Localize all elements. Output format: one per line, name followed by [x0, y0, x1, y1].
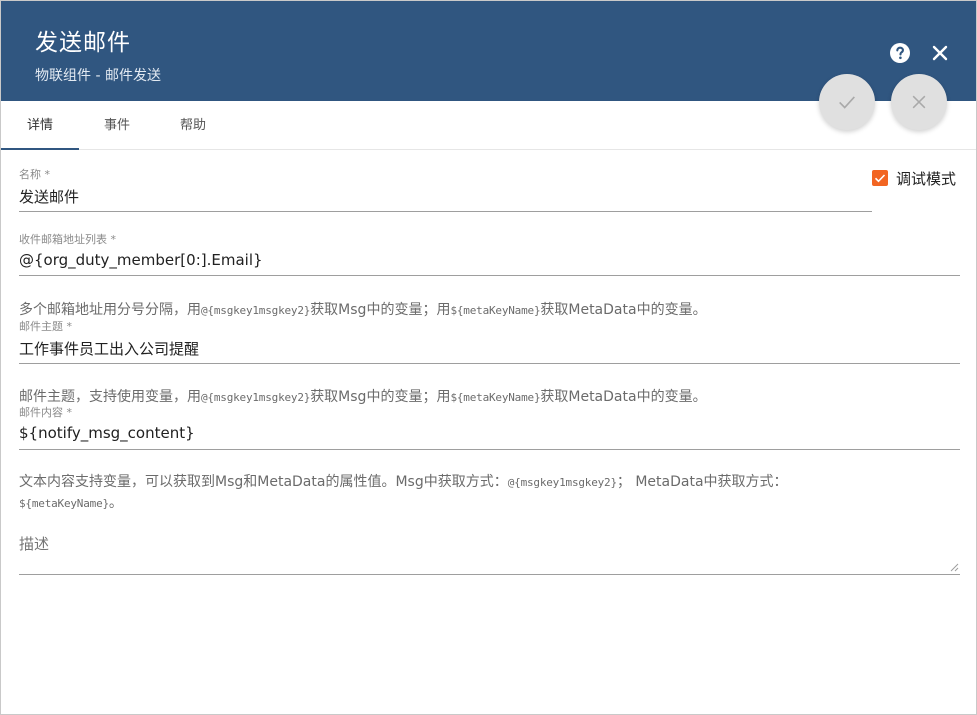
- tab-bar: 详情 事件 帮助: [1, 101, 976, 150]
- recipients-underline: [19, 275, 960, 276]
- hint-text: 获取MetaData中的变量。: [540, 389, 707, 405]
- close-icon[interactable]: [928, 41, 952, 65]
- hint-text: 获取MetaData中的变量。: [540, 302, 707, 318]
- name-label: 名称 *: [19, 168, 50, 181]
- dialog-title: 发送邮件: [35, 30, 131, 56]
- description-textarea[interactable]: [19, 527, 960, 573]
- send-email-dialog: 发送邮件 物联组件 - 邮件发送 详情 事件 帮助 名称 * 发送邮件 调试模式…: [0, 0, 977, 715]
- dialog-subtitle: 物联组件 - 邮件发送: [35, 68, 161, 84]
- subject-field[interactable]: 工作事件员工出入公司提醒: [19, 338, 199, 359]
- recipients-label: 收件邮箱地址列表 *: [19, 233, 116, 246]
- hint-text: 获取Msg中的变量；用: [310, 302, 451, 318]
- resize-grip-icon[interactable]: [949, 562, 959, 572]
- tab-events[interactable]: 事件: [79, 101, 155, 149]
- hint-code: @{msgkey1msgkey2}: [201, 304, 311, 317]
- hint-text: 邮件主题，支持使用变量，用: [19, 389, 201, 405]
- name-underline: [19, 211, 872, 212]
- check-icon: [874, 174, 886, 183]
- hint-code: @{msgkey1msgkey2}: [507, 476, 617, 489]
- subject-hint: 邮件主题，支持使用变量，用@{msgkey1msgkey2}获取Msg中的变量；…: [19, 386, 707, 406]
- name-field[interactable]: 发送邮件: [19, 186, 79, 207]
- content-field[interactable]: ${notify_msg_content}: [19, 424, 195, 442]
- hint-text: ； MetaData中获取方式：: [616, 474, 788, 490]
- hint-code: ${metaKeyName}: [450, 391, 541, 404]
- hint-text: 文本内容支持变量，可以获取到Msg和MetaData的属性值。Msg中获取方式：: [19, 474, 508, 490]
- hint-text: 。: [108, 495, 123, 511]
- description-underline: [19, 574, 960, 575]
- subject-label: 邮件主题 *: [19, 320, 72, 333]
- hint-code: ${metaKeyName}: [19, 497, 109, 510]
- tab-details[interactable]: 详情: [1, 101, 79, 150]
- subject-underline: [19, 363, 960, 364]
- hint-text: 多个邮箱地址用分号分隔，用: [19, 302, 201, 318]
- content-hint: 文本内容支持变量，可以获取到Msg和MetaData的属性值。Msg中获取方式：…: [19, 472, 919, 514]
- hint-code: ${metaKeyName}: [450, 304, 541, 317]
- content-label: 邮件内容 *: [19, 406, 72, 419]
- debug-mode-checkbox[interactable]: [872, 170, 888, 186]
- hint-text: 获取Msg中的变量；用: [310, 389, 451, 405]
- debug-mode-label[interactable]: 调试模式: [896, 168, 956, 189]
- help-circle-icon[interactable]: [888, 41, 912, 65]
- recipients-hint: 多个邮箱地址用分号分隔，用@{msgkey1msgkey2}获取Msg中的变量；…: [19, 299, 707, 319]
- hint-code: @{msgkey1msgkey2}: [201, 391, 311, 404]
- tab-help[interactable]: 帮助: [155, 101, 231, 149]
- content-underline: [19, 449, 960, 450]
- recipients-field[interactable]: @{org_duty_member[0:].Email}: [19, 251, 263, 269]
